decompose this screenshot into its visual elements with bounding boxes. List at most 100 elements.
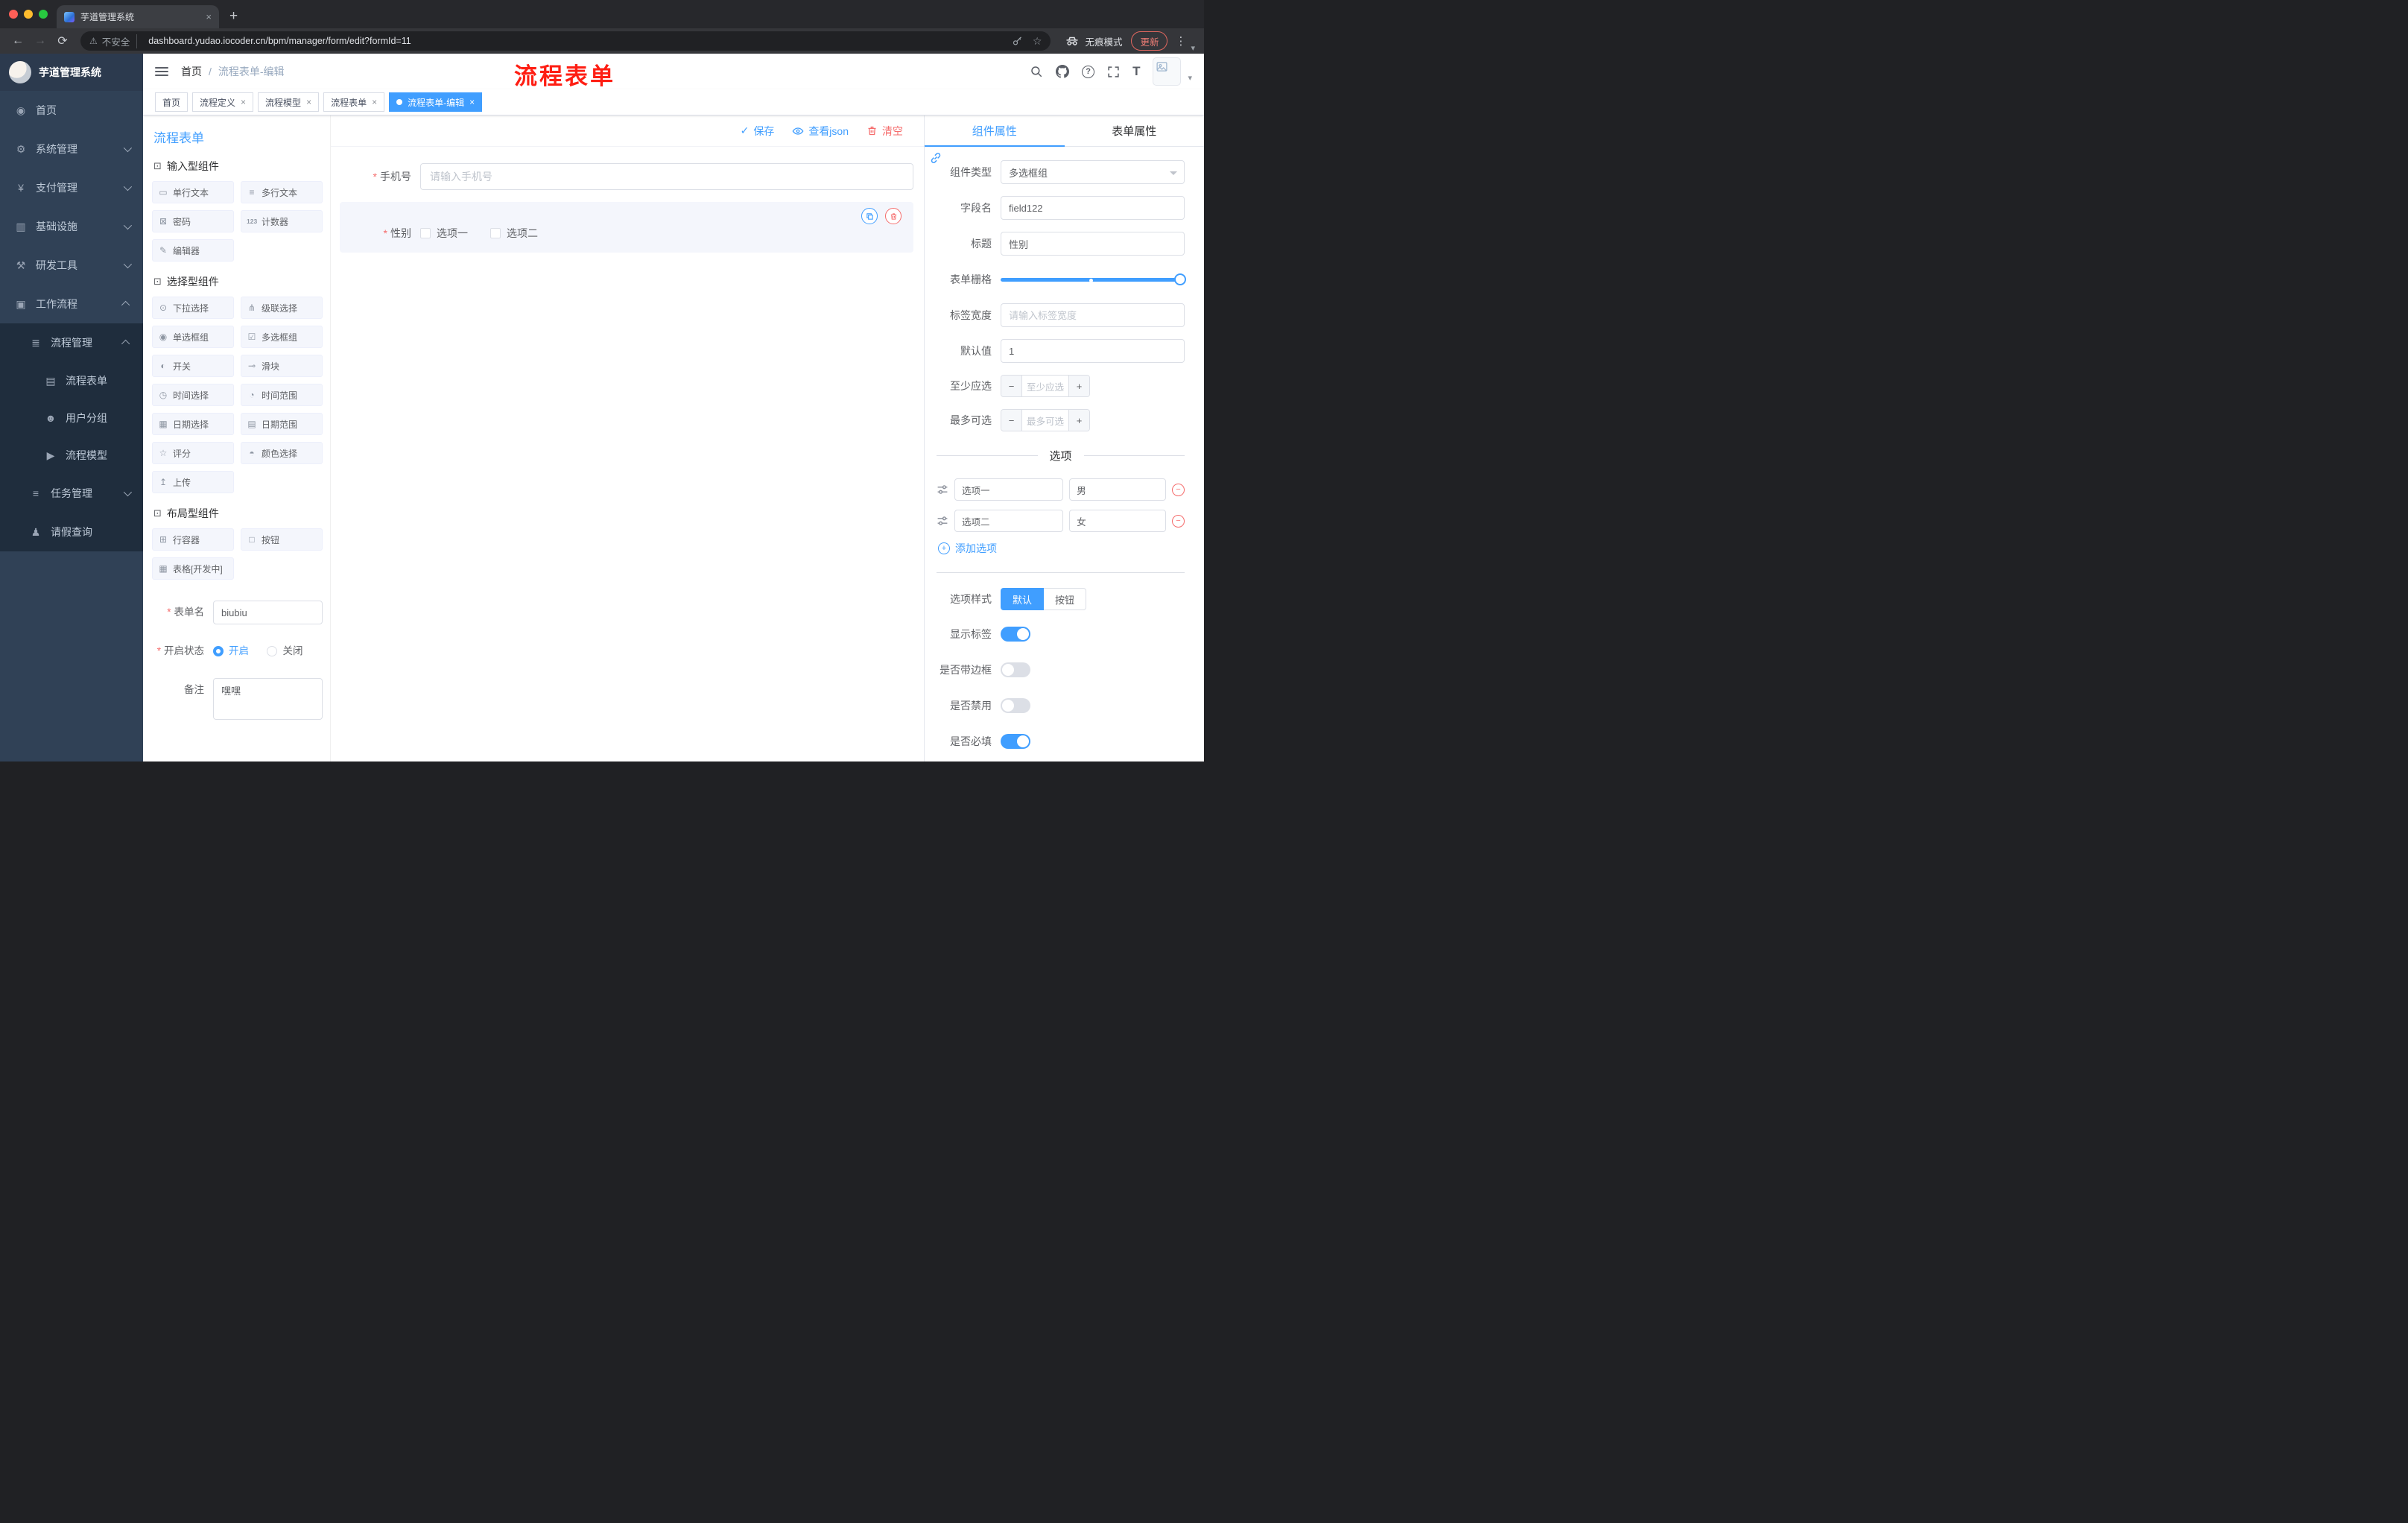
gender-option-1[interactable]: 选项一 [420, 226, 468, 241]
toolbar-overflow-caret-icon[interactable]: ▾ [1191, 43, 1195, 53]
link-icon[interactable] [929, 151, 942, 168]
component-type-select[interactable]: 多选框组 [1001, 160, 1185, 184]
remove-option-icon[interactable]: − [1172, 514, 1185, 528]
browser-menu-icon[interactable]: ⋮ [1175, 34, 1186, 48]
form-remark-textarea[interactable]: 嘿嘿 [213, 678, 323, 720]
component-chip-radio-group[interactable]: ◉ 单选框组 [152, 326, 234, 348]
bookmark-star-icon[interactable]: ☆ [1033, 35, 1042, 48]
browser-update-button[interactable]: 更新 [1131, 31, 1168, 51]
tab-close-icon[interactable]: × [206, 11, 212, 22]
component-chip-cascader[interactable]: ⋔ 级联选择 [241, 297, 323, 319]
clear-button[interactable]: 清空 [866, 124, 903, 139]
sidebar-item-process-management[interactable]: ≣ 流程管理 [0, 323, 143, 362]
sidebar-item-leave-query[interactable]: ♟ 请假查询 [0, 513, 143, 551]
sidebar-item-process-model[interactable]: ▶ 流程模型 [0, 437, 143, 474]
component-chip-counter[interactable]: 123 计数器 [241, 210, 323, 232]
save-button[interactable]: ✓ 保存 [741, 124, 775, 139]
avatar-caret-icon[interactable]: ▾ [1188, 73, 1192, 86]
reload-button[interactable]: ⟳ [52, 31, 73, 51]
sidebar-item-system[interactable]: ⚙ 系统管理 [0, 130, 143, 168]
option-style-default-button[interactable]: 默认 [1001, 588, 1045, 610]
component-chip-row-container[interactable]: ⊞ 行容器 [152, 528, 234, 551]
component-chip-switch[interactable]: ◐ 开关 [152, 355, 234, 377]
default-value-input[interactable] [1001, 339, 1185, 363]
tag-home[interactable]: 首页 [155, 92, 188, 112]
max-select-placeholder[interactable]: 最多可选 [1022, 410, 1068, 431]
component-chip-date-picker[interactable]: ▦ 日期选择 [152, 413, 234, 435]
component-chip-password[interactable]: ⊠ 密码 [152, 210, 234, 232]
sidebar-item-infrastructure[interactable]: ▥ 基础设施 [0, 207, 143, 246]
breadcrumb-home[interactable]: 首页 [181, 64, 202, 79]
browser-tab[interactable]: 芋道管理系统 × [57, 5, 219, 28]
option-style-button-button[interactable]: 按钮 [1044, 588, 1087, 610]
label-width-input[interactable] [1001, 303, 1185, 327]
password-key-icon[interactable] [1012, 36, 1023, 47]
component-chip-rate[interactable]: ☆ 评分 [152, 442, 234, 464]
gender-option-2[interactable]: 选项二 [490, 226, 538, 241]
font-size-icon[interactable]: T [1132, 64, 1140, 79]
phone-input[interactable] [420, 163, 913, 190]
github-icon[interactable] [1056, 65, 1070, 78]
window-minimize-button[interactable] [24, 10, 33, 19]
stepper-decrease-button[interactable]: − [1001, 376, 1022, 396]
show-label-switch[interactable] [1001, 627, 1030, 642]
option-label-input[interactable] [954, 478, 1064, 501]
sidebar-item-payment[interactable]: ¥ 支付管理 [0, 168, 143, 207]
tag-process-model[interactable]: 流程模型 × [258, 92, 320, 112]
tag-process-definition[interactable]: 流程定义 × [192, 92, 254, 112]
drag-handle-icon[interactable] [937, 484, 948, 495]
window-close-button[interactable] [9, 10, 18, 19]
slider-knob[interactable] [1174, 273, 1186, 285]
tab-component-props[interactable]: 组件属性 [925, 115, 1065, 147]
field-name-input[interactable] [1001, 196, 1185, 220]
component-chip-multiline-text[interactable]: ≡ 多行文本 [241, 181, 323, 203]
component-chip-dropdown[interactable]: ⊙ 下拉选择 [152, 297, 234, 319]
delete-widget-button[interactable] [885, 208, 902, 224]
checkbox-box[interactable] [420, 228, 431, 238]
stepper-increase-button[interactable]: + [1068, 410, 1089, 431]
remove-option-icon[interactable]: − [1172, 483, 1185, 496]
title-input[interactable] [1001, 232, 1185, 256]
component-chip-time-picker[interactable]: ◷ 时间选择 [152, 384, 234, 406]
back-button[interactable]: ← [7, 31, 28, 51]
tag-close-icon[interactable]: × [469, 97, 475, 107]
fullscreen-icon[interactable] [1107, 66, 1120, 78]
component-chip-editor[interactable]: ✎ 编辑器 [152, 239, 234, 262]
disabled-switch[interactable] [1001, 698, 1030, 713]
tag-process-form[interactable]: 流程表单 × [323, 92, 385, 112]
field-phone[interactable]: 手机号 [340, 163, 913, 190]
new-tab-button[interactable]: + [229, 8, 238, 25]
radio-status-off[interactable]: 关闭 [267, 639, 302, 663]
help-icon[interactable]: ? [1082, 65, 1095, 78]
component-chip-color-picker[interactable]: ◓ 颜色选择 [241, 442, 323, 464]
selected-widget-gender[interactable]: 性别 选项一 选项二 [340, 202, 913, 253]
component-chip-table[interactable]: ▦ 表格[开发中] [152, 557, 234, 580]
stepper-increase-button[interactable]: + [1068, 376, 1089, 396]
sidebar-item-workflow[interactable]: ▣ 工作流程 [0, 285, 143, 323]
option-label-input[interactable] [954, 510, 1064, 532]
view-json-button[interactable]: 查看json [792, 124, 849, 139]
avatar[interactable] [1153, 57, 1182, 86]
component-chip-single-text[interactable]: ▭ 单行文本 [152, 181, 234, 203]
form-grid-slider[interactable] [1001, 267, 1186, 291]
component-chip-button[interactable]: □ 按钮 [241, 528, 323, 551]
min-select-placeholder[interactable]: 至少应选 [1022, 376, 1068, 396]
sidebar-item-process-form[interactable]: ▤ 流程表单 [0, 362, 143, 399]
sidebar-collapse-icon[interactable] [155, 67, 168, 76]
checkbox-box[interactable] [490, 228, 501, 238]
sidebar-item-home[interactable]: ◉ 首页 [0, 91, 143, 130]
with-border-switch[interactable] [1001, 662, 1030, 677]
add-option-button[interactable]: + 添加选项 [938, 541, 1185, 556]
option-value-input[interactable] [1069, 510, 1166, 532]
component-chip-time-range[interactable]: ◔ 时间范围 [241, 384, 323, 406]
stepper-decrease-button[interactable]: − [1001, 410, 1022, 431]
tag-close-icon[interactable]: × [306, 97, 311, 107]
tag-close-icon[interactable]: × [241, 97, 246, 107]
radio-status-on[interactable]: 开启 [213, 639, 249, 663]
required-switch[interactable] [1001, 734, 1030, 749]
forward-button[interactable]: → [30, 31, 51, 51]
option-value-input[interactable] [1069, 478, 1166, 501]
form-name-input[interactable] [213, 601, 323, 624]
sidebar-item-task-management[interactable]: ≡ 任务管理 [0, 474, 143, 513]
search-icon[interactable] [1030, 65, 1043, 78]
